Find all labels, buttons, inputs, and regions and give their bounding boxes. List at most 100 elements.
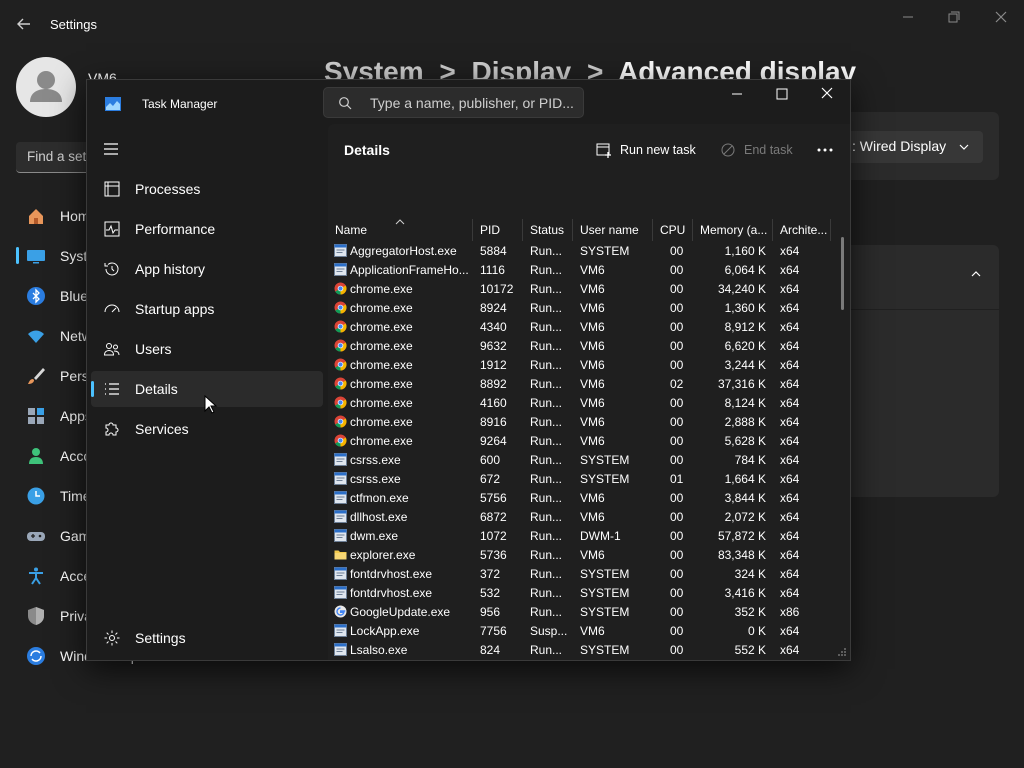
- cell-status: Run...: [530, 605, 563, 619]
- maximize-icon[interactable]: [772, 86, 792, 102]
- cell-user: VM6: [580, 358, 605, 372]
- settings-nav-accounts[interactable]: Accounts: [16, 436, 118, 476]
- vertical-scrollbar[interactable]: [841, 237, 844, 310]
- table-row[interactable]: chrome.exe 4340 Run... VM6 00 8,912 K x64: [328, 317, 838, 336]
- cell-cpu: 00: [670, 320, 684, 334]
- column-header-cpu[interactable]: CPU: [653, 219, 693, 241]
- minimize-icon[interactable]: [898, 8, 918, 26]
- settings-nav-personalization[interactable]: Personalization: [16, 356, 156, 396]
- table-row[interactable]: ctfmon.exe 5756 Run... VM6 00 3,844 K x64: [328, 488, 838, 507]
- back-arrow-icon[interactable]: [14, 14, 34, 34]
- cell-user: VM6: [580, 282, 605, 296]
- settings-nav-update[interactable]: Windows Update: [16, 636, 166, 676]
- cell-cpu: 00: [670, 586, 684, 600]
- cell-pid: 5756: [480, 491, 507, 505]
- sidebar-item-startup-apps[interactable]: Startup apps: [91, 291, 323, 327]
- cell-user: VM6: [580, 377, 605, 391]
- cell-user: SYSTEM: [580, 567, 630, 581]
- sidebar-item-app-history[interactable]: App history: [91, 251, 323, 287]
- table-row[interactable]: Lsalso.exe 824 Run... SYSTEM 00 552 Kx64: [328, 640, 838, 659]
- cell-pid: 5884: [480, 244, 507, 258]
- table-row[interactable]: chrome.exe 8892 Run... VM6 02 37,316 K x64: [328, 374, 838, 393]
- hamburger-menu-icon[interactable]: [103, 142, 119, 156]
- cell-arch: x64: [780, 301, 800, 315]
- sidebar-item-users[interactable]: Users: [91, 331, 323, 367]
- cell-memory: 6,620 K: [724, 339, 766, 353]
- chevron-down-icon: [959, 144, 969, 150]
- run-new-task-button[interactable]: Run new task: [596, 136, 696, 164]
- table-row[interactable]: chrome.exe 8924 Run... VM6 00 1,360 K x64: [328, 298, 838, 317]
- cell-arch: x64: [780, 643, 800, 657]
- table-row[interactable]: csrss.exe 600 Run... SYSTEM 00 784 K x64: [328, 450, 838, 469]
- table-row[interactable]: GoogleUpdate.exe 956 Run... SYSTEM 00 352 K x8…: [328, 602, 838, 621]
- table-row[interactable]: chrome.exe 10172 Run... VM6 00 34,240 K x64: [328, 279, 838, 298]
- end-task-button[interactable]: End task: [720, 136, 793, 164]
- avatar[interactable]: [16, 57, 76, 117]
- cell-status: Run...: [530, 491, 563, 505]
- settings-nav-system[interactable]: System: [16, 236, 107, 276]
- sidebar-item-settings[interactable]: Settings: [91, 620, 323, 656]
- resize-grip-icon[interactable]: [837, 647, 847, 657]
- cell-name: csrss.exe: [350, 472, 401, 486]
- table-row[interactable]: chrome.exe 8916 Run... VM6 00 2,888 K x64: [328, 412, 838, 431]
- settings-nav-home[interactable]: Home: [16, 196, 97, 236]
- column-header-arch[interactable]: Archite...: [773, 219, 831, 241]
- table-row[interactable]: AggregatorHost.exe 5884 Run... SYSTEM 00 1,16…: [328, 241, 838, 260]
- column-header-memory[interactable]: Memory (a...: [693, 219, 773, 241]
- table-row[interactable]: chrome.exe 9264 Run... VM6 00 5,628 K x64: [328, 431, 838, 450]
- cell-status: Run...: [530, 282, 563, 296]
- settings-nav-gaming[interactable]: Gaming: [16, 516, 109, 556]
- settings-nav-accessibility[interactable]: Accessibility: [16, 556, 136, 596]
- cell-name: csrss.exe: [350, 453, 401, 467]
- close-icon[interactable]: [817, 86, 837, 102]
- sidebar-item-services[interactable]: Services: [91, 411, 323, 447]
- restore-icon[interactable]: [944, 8, 964, 26]
- display-dropdown[interactable]: : Wired Display: [838, 131, 983, 163]
- table-row[interactable]: chrome.exe 1912 Run... VM6 00 3,244 K x64: [328, 355, 838, 374]
- cell-user: VM6: [580, 415, 605, 429]
- table-row[interactable]: fontdrvhost.exe 372 Run... SYSTEM 00 324 K x64: [328, 564, 838, 583]
- search-input[interactable]: Type a name, publisher, or PID...: [323, 87, 584, 118]
- cell-user: VM6: [580, 624, 605, 638]
- cell-arch: x64: [780, 415, 800, 429]
- cell-pid: 1072: [480, 529, 507, 543]
- settings-nav-time[interactable]: Time & language: [16, 476, 165, 516]
- close-icon[interactable]: [991, 8, 1011, 26]
- block-icon: [721, 143, 735, 157]
- cell-memory: 784 K: [734, 453, 766, 467]
- table-row[interactable]: chrome.exe 9632 Run... VM6 00 6,620 K x64: [328, 336, 838, 355]
- table-row[interactable]: dllhost.exe 6872 Run... VM6 00 2,072 K x64: [328, 507, 838, 526]
- cell-user: SYSTEM: [580, 605, 630, 619]
- settings-nav-network[interactable]: Network & internet: [16, 316, 175, 356]
- more-options-icon[interactable]: [815, 140, 835, 160]
- cell-arch: x64: [780, 548, 800, 562]
- column-header-status[interactable]: Status: [523, 219, 573, 241]
- table-row[interactable]: fontdrvhost.exe 532 Run... SYSTEM 00 3,416 K x…: [328, 583, 838, 602]
- table-row[interactable]: explorer.exe 5736 Run... VM6 00 83,348 K x64: [328, 545, 838, 564]
- cell-user: SYSTEM: [580, 453, 630, 467]
- minimize-icon[interactable]: [727, 86, 747, 102]
- speedometer-icon: [104, 304, 120, 313]
- sidebar-item-processes[interactable]: Processes: [91, 171, 323, 207]
- table-row[interactable]: ApplicationFrameHo... 1116 Run... VM6 00 6,06…: [328, 260, 838, 279]
- settings-nav-privacy[interactable]: Privacy & security: [16, 596, 171, 636]
- settings-nav-apps[interactable]: Apps: [16, 396, 96, 436]
- settings-nav-bluetooth[interactable]: Bluetooth & devices: [16, 276, 184, 316]
- cell-name: chrome.exe: [350, 415, 413, 429]
- column-header-name[interactable]: Name: [328, 219, 473, 241]
- cell-status: Run...: [530, 548, 563, 562]
- chevron-up-icon[interactable]: [969, 267, 983, 281]
- column-header-user[interactable]: User name: [573, 219, 653, 241]
- table-row[interactable]: LockApp.exe 7756 Susp... VM6 00 0 K x64: [328, 621, 838, 640]
- table-row[interactable]: lsass.exe844Run...SYSTEM005,812 Kx64: [328, 659, 838, 660]
- sidebar-item-performance[interactable]: Performance: [91, 211, 323, 247]
- sort-up-icon: [395, 219, 405, 225]
- table-row[interactable]: dwm.exe 1072 Run... DWM-1 00 57,872 K x64: [328, 526, 838, 545]
- cell-status: Run...: [530, 472, 563, 486]
- column-header-pid[interactable]: PID: [473, 219, 523, 241]
- table-row[interactable]: chrome.exe 4160 Run... VM6 00 8,124 K x64: [328, 393, 838, 412]
- cell-user: SYSTEM: [580, 244, 630, 258]
- settings-search-input[interactable]: Find a setting: [16, 142, 96, 173]
- run-new-task-label: Run new task: [620, 143, 696, 157]
- table-row[interactable]: csrss.exe 672 Run... SYSTEM 01 1,664 K x64: [328, 469, 838, 488]
